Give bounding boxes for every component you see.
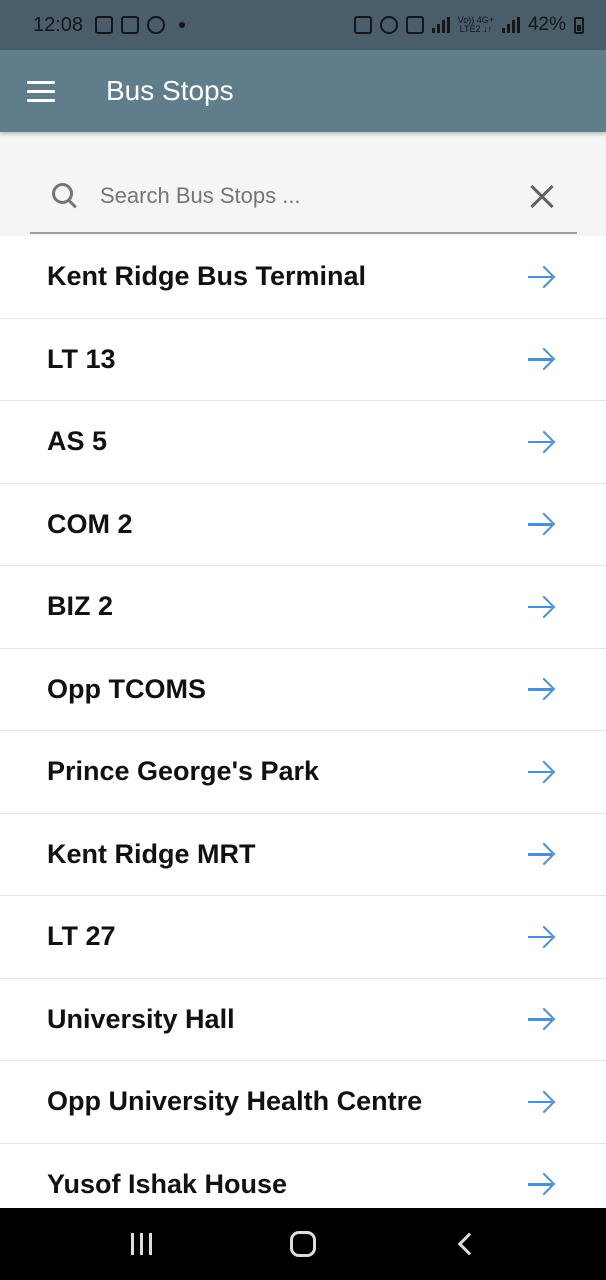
arrow-right-icon[interactable] (528, 513, 554, 535)
list-item[interactable]: LT 13 (0, 318, 606, 401)
stop-name: Opp University Health Centre (47, 1086, 423, 1117)
list-item[interactable]: LT 27 (0, 896, 606, 979)
arrow-right-icon[interactable] (528, 761, 554, 783)
arrow-right-icon[interactable] (528, 596, 554, 618)
home-button[interactable] (273, 1214, 333, 1274)
app-bar: Bus Stops (0, 50, 606, 132)
dot-icon (179, 22, 186, 28)
search-icon (52, 183, 78, 209)
list-item[interactable]: Kent Ridge Bus Terminal (0, 236, 606, 319)
list-item[interactable]: COM 2 (0, 483, 606, 566)
arrow-right-icon[interactable] (528, 266, 554, 288)
arrow-right-icon[interactable] (528, 348, 554, 370)
home-icon (290, 1231, 316, 1257)
bug-icon (147, 16, 166, 34)
list-item[interactable]: University Hall (0, 978, 606, 1061)
stop-name: AS 5 (47, 426, 108, 457)
search-bar (30, 160, 577, 234)
stop-name: Opp TCOMS (47, 673, 206, 704)
close-icon[interactable] (529, 184, 555, 210)
signal-icon (501, 17, 520, 33)
recents-icon (130, 1233, 152, 1255)
list-item[interactable]: Kent Ridge MRT (0, 813, 606, 896)
stop-name: COM 2 (47, 508, 133, 539)
arrow-right-icon[interactable] (528, 1008, 554, 1030)
mute-icon (405, 16, 424, 34)
arrow-right-icon[interactable] (528, 431, 554, 453)
arrow-right-icon[interactable] (528, 843, 554, 865)
list-item[interactable]: Opp TCOMS (0, 648, 606, 731)
stop-name: LT 13 (47, 343, 116, 374)
status-left: 12:08 (33, 13, 186, 37)
stop-name: BIZ 2 (47, 591, 114, 622)
battery-percent: 42% (527, 14, 566, 35)
list-item[interactable]: Opp University Health Centre (0, 1061, 606, 1144)
back-button[interactable] (435, 1214, 495, 1274)
list-item[interactable]: AS 5 (0, 401, 606, 484)
battery-icon (574, 16, 584, 34)
page-title: Bus Stops (106, 75, 234, 106)
menu-icon[interactable] (0, 50, 82, 132)
search-input[interactable] (100, 176, 520, 216)
status-bar: 12:08 Vo)) 4G+ LTE2 ↓↑ 42% (0, 0, 606, 50)
stop-name: Yusof Ishak House (47, 1168, 288, 1199)
recents-button[interactable] (111, 1214, 171, 1274)
list-item[interactable]: Yusof Ishak House (0, 1143, 606, 1208)
list-item[interactable]: Prince George's Park (0, 731, 606, 814)
bus-stop-list: Kent Ridge Bus Terminal LT 13 AS 5 COM 2 BIZ… (0, 236, 606, 1208)
network-bottom: LTE2 ↓↑ (459, 24, 492, 34)
lock-icon (353, 16, 372, 34)
back-icon (457, 1232, 481, 1256)
arrow-right-icon[interactable] (528, 1173, 554, 1195)
list-item[interactable]: BIZ 2 (0, 566, 606, 649)
stop-name: Kent Ridge MRT (47, 838, 256, 869)
status-right: Vo)) 4G+ LTE2 ↓↑ 42% (353, 14, 584, 36)
arrow-right-icon[interactable] (528, 1091, 554, 1113)
arrow-right-icon[interactable] (528, 926, 554, 948)
samsung-pay-icon (95, 16, 114, 34)
stop-name: Prince George's Park (47, 756, 320, 787)
signal-icon (431, 17, 450, 33)
stop-name: LT 27 (47, 921, 116, 952)
network-indicator: Vo)) 4G+ LTE2 ↓↑ (458, 16, 494, 34)
arrow-right-icon[interactable] (528, 678, 554, 700)
stop-name: University Hall (47, 1003, 235, 1034)
gallery-icon (121, 16, 140, 34)
alarm-icon (379, 16, 398, 34)
navigation-bar (0, 1208, 606, 1280)
status-time: 12:08 (33, 13, 84, 36)
stop-name: Kent Ridge Bus Terminal (47, 261, 367, 292)
